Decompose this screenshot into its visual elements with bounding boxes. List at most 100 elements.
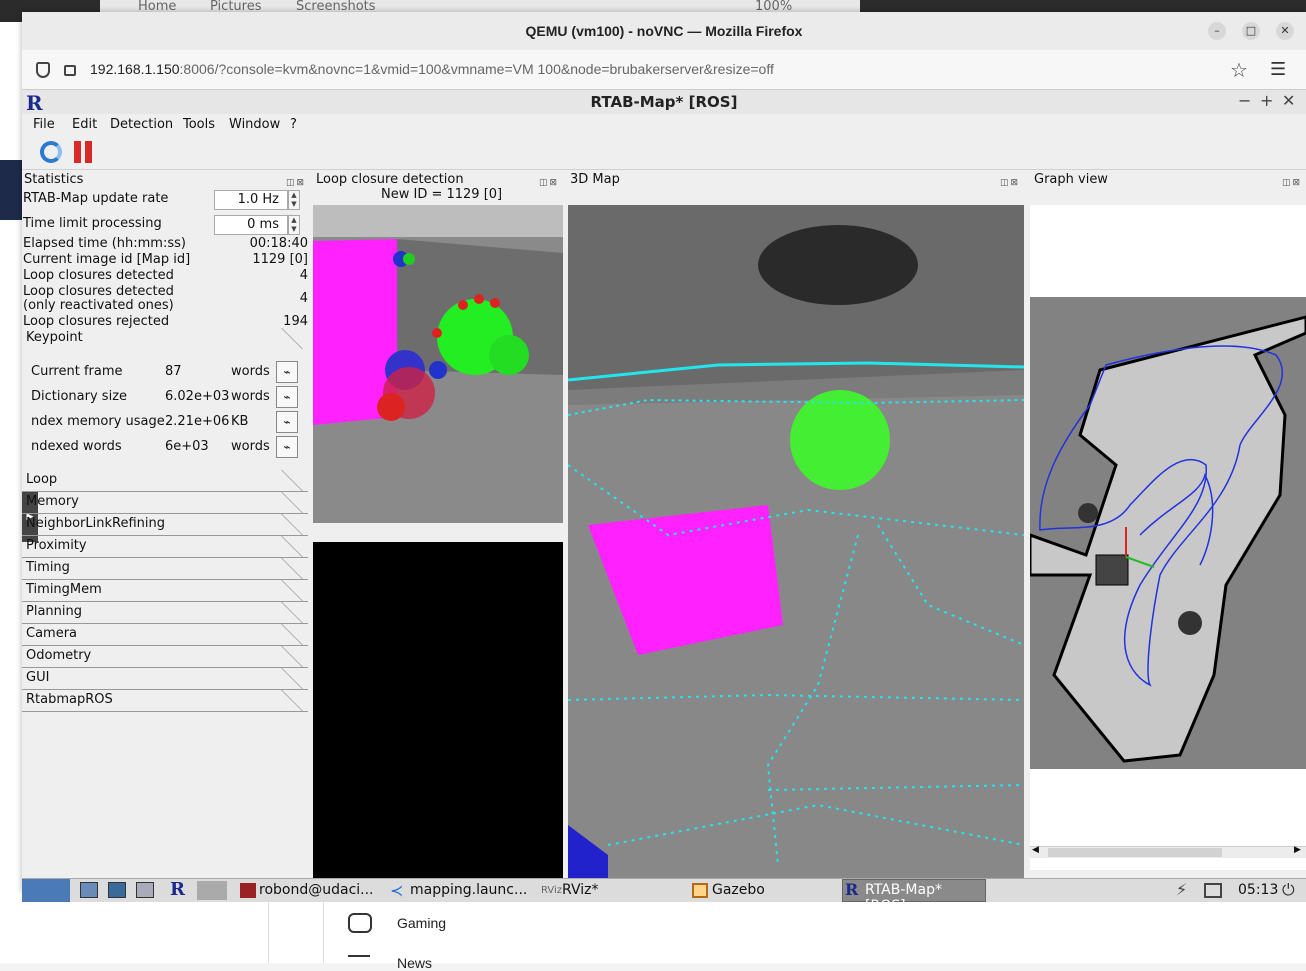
scroll-thumb[interactable] <box>1048 848 1222 857</box>
section-planning[interactable]: Planning <box>22 602 308 624</box>
menu-tools[interactable]: Tools <box>183 117 215 132</box>
keypoint-label: ndex memory usage <box>31 414 165 429</box>
rtab-minimize-icon[interactable]: − <box>1238 91 1251 110</box>
start-menu-icon[interactable] <box>22 879 70 902</box>
menu-detection[interactable]: Detection <box>110 117 173 132</box>
graph-map <box>1030 205 1306 846</box>
task-rtabmap-label: RTAB-Map* [ROS] <box>865 882 942 914</box>
keypoint-value: 6e+03 <box>165 439 209 454</box>
section-odometry[interactable]: Odometry <box>22 646 308 668</box>
firefox-window: QEMU (vm100) - noVNC — Mozilla Firefox –… <box>22 12 1306 914</box>
minimize-button[interactable]: – <box>1208 22 1226 40</box>
scroll-right-icon[interactable]: ▶ <box>1294 845 1301 855</box>
horizontal-scrollbar[interactable]: ◀ ▶ <box>1030 845 1306 858</box>
rtabmap-task-icon: R <box>845 880 859 899</box>
time-limit-stepper-icon[interactable]: ▲ ▼ <box>288 215 300 235</box>
calendar-icon <box>348 955 370 965</box>
graph-viewport[interactable] <box>1030 205 1306 870</box>
task-gazebo[interactable]: Gazebo <box>712 882 765 898</box>
keypoint-value: 6.02e+03 <box>165 389 230 404</box>
section-camera[interactable]: Camera <box>22 624 308 646</box>
keypoint-row: ndexed words 6e+03 words ⌁ <box>31 436 307 458</box>
time-limit-spinbox[interactable]: 0 ms <box>214 215 288 235</box>
shield-icon[interactable] <box>36 62 50 78</box>
new-id-label: New ID = 1129 [0] <box>381 187 503 202</box>
scroll-left-icon[interactable]: ◀ <box>1032 845 1039 855</box>
lock-icon[interactable] <box>64 65 76 76</box>
bookmark-star-icon[interactable]: ☆ <box>1230 58 1248 82</box>
dock-buttons-icon[interactable]: ◫⊠ <box>1000 173 1020 193</box>
section-gui[interactable]: GUI <box>22 668 308 690</box>
graph-view-panel: Graph view ◫⊠ ◀ ▶ <box>1030 170 1306 878</box>
menubar: File Edit Detection Tools Window ? <box>22 114 1306 136</box>
section-neighborlinkrefining[interactable]: NeighborLinkRefining <box>22 514 308 536</box>
terminal-task-icon <box>240 883 256 898</box>
blank-launcher-icon[interactable] <box>197 881 227 900</box>
plot-icon[interactable]: ⌁ <box>276 411 298 433</box>
url-text[interactable]: 192.168.1.150:8006/?console=kvm&novnc=1&… <box>90 61 774 77</box>
terminal-icon[interactable] <box>108 882 126 898</box>
dock-buttons-icon[interactable]: ◫⊠ <box>539 173 559 193</box>
network-icon[interactable] <box>1204 883 1222 898</box>
update-rate-stepper-icon[interactable]: ▲ ▼ <box>288 190 300 210</box>
plot-icon[interactable]: ⌁ <box>276 361 298 383</box>
task-mapping-launch[interactable]: mapping.launc... <box>410 882 527 898</box>
update-rate-label: RTAB-Map update rate <box>23 191 169 206</box>
rtab-maximize-icon[interactable]: + <box>1260 91 1273 110</box>
loop-reactivated-sublabel: (only reactivated ones) <box>23 298 174 313</box>
hamburger-menu-icon[interactable]: ☰ <box>1270 59 1286 80</box>
map3d-viewport[interactable] <box>568 205 1024 878</box>
rtabmap-launcher-icon[interactable]: R <box>170 879 185 900</box>
section-proximity[interactable]: Proximity <box>22 536 308 558</box>
refresh-icon[interactable] <box>40 141 62 163</box>
keypoint-row: ndex memory usage 2.21e+06 KB ⌁ <box>31 411 307 433</box>
keypoint-value: 2.21e+06 <box>165 414 230 429</box>
menu-help[interactable]: ? <box>290 117 297 132</box>
image-id-label: Current image id [Map id] <box>23 252 191 267</box>
section-loop[interactable]: Loop <box>22 470 308 492</box>
task-terminal[interactable]: robond@udaci... <box>259 882 374 898</box>
keypoint-value: 87 <box>165 364 182 379</box>
image-id-value: 1129 [0] <box>252 252 308 267</box>
section-timing[interactable]: Timing <box>22 558 308 580</box>
statistics-panel: Statistics ◫⊠ RTAB-Map update rate 1.0 Hz… <box>22 170 310 878</box>
window-icon[interactable] <box>136 882 154 898</box>
keypoint-row: Current frame 87 words ⌁ <box>31 361 307 383</box>
rtab-close-icon[interactable]: ✕ <box>1282 91 1295 110</box>
section-keypoint[interactable]: Keypoint <box>22 328 308 348</box>
maximize-button[interactable]: □ <box>1242 22 1260 40</box>
window-title: QEMU (vm100) - noVNC — Mozilla Firefox <box>22 12 1306 50</box>
file-manager-icon[interactable] <box>80 882 98 898</box>
list-item-news[interactable]: News <box>397 955 432 971</box>
plot-icon[interactable]: ⌁ <box>276 386 298 408</box>
url-host: 192.168.1.150 <box>90 61 180 77</box>
host-side-strip <box>0 160 22 220</box>
loop-detected-value: 4 <box>299 268 308 283</box>
section-rtabmapros[interactable]: RtabmapROS <box>22 690 308 712</box>
vm-taskbar: R robond@udaci... ≺ mapping.launc... RVi… <box>22 878 1306 914</box>
loop-closure-panel: Loop closure detection ◫⊠ New ID = 1129 [… <box>313 170 563 878</box>
pause-icon[interactable] <box>74 141 94 163</box>
plot-icon[interactable]: ⌁ <box>276 436 298 458</box>
loop-reactivated-value: 4 <box>299 291 308 306</box>
power-plug-icon[interactable]: ⚡ <box>1176 880 1187 899</box>
menu-file[interactable]: File <box>33 117 55 132</box>
section-timingmem[interactable]: TimingMem <box>22 580 308 602</box>
list-item-gaming[interactable]: Gaming <box>397 915 446 931</box>
keypoint-label: ndexed words <box>31 439 122 454</box>
rtabmap-window: RTAB-Map* [ROS] R − + ✕ File Edit Detect… <box>22 90 1306 878</box>
update-rate-spinbox[interactable]: 1.0 Hz <box>214 190 288 210</box>
dock-buttons-icon[interactable]: ◫⊠ <box>1282 173 1302 193</box>
menu-edit[interactable]: Edit <box>72 117 97 132</box>
power-icon[interactable]: ⏻ <box>1282 880 1295 900</box>
section-memory[interactable]: Memory <box>22 492 308 514</box>
graph-view-title: Graph view ◫⊠ <box>1034 170 1306 190</box>
task-rviz[interactable]: RViz* <box>562 882 598 898</box>
url-bar[interactable]: 192.168.1.150:8006/?console=kvm&novnc=1&… <box>22 50 1306 90</box>
keypoint-unit: words <box>231 364 270 379</box>
graph-view-title-text: Graph view <box>1034 172 1108 187</box>
task-rtabmap-active[interactable]: R RTAB-Map* [ROS] <box>842 879 986 914</box>
statistics-title: Statistics ◫⊠ <box>24 170 310 190</box>
close-button[interactable]: ✕ <box>1276 22 1294 40</box>
menu-window[interactable]: Window <box>229 117 280 132</box>
